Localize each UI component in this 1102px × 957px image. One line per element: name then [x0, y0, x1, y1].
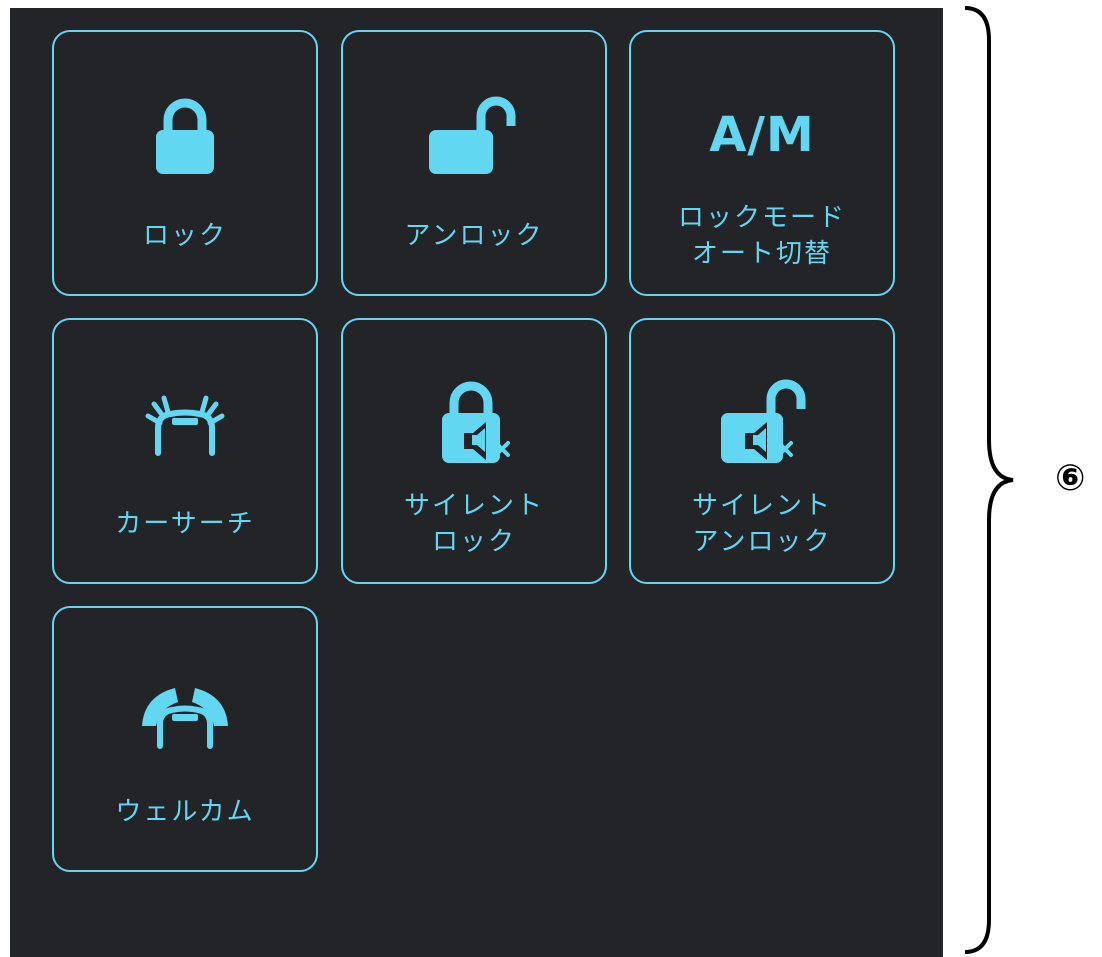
silent-unlock-label-line2: アンロック — [692, 527, 832, 557]
silent-lock-icon — [343, 378, 605, 468]
car-search-button[interactable]: カーサーチ — [52, 318, 318, 584]
welcome-icon — [54, 666, 316, 756]
unlock-button[interactable]: アンロック — [341, 30, 607, 296]
lock-icon — [54, 90, 316, 180]
unlock-icon — [343, 90, 605, 180]
annotation-marker: ⑥ — [1055, 458, 1086, 499]
lock-button[interactable]: ロック — [52, 30, 318, 296]
silent-lock-button[interactable]: サイレント ロック — [341, 318, 607, 584]
welcome-button[interactable]: ウェルカム — [52, 606, 318, 872]
auto-mode-label-line2: オート切替 — [691, 239, 832, 269]
silent-unlock-icon — [631, 378, 893, 468]
am-icon-text: A/M — [709, 107, 815, 163]
silent-unlock-label-line1: サイレント — [691, 491, 832, 521]
car-search-icon — [54, 378, 316, 468]
car-search-label: カーサーチ — [115, 509, 255, 539]
am-icon: A/M — [631, 90, 893, 180]
lock-label: ロック — [142, 221, 227, 251]
remote-control-panel: ロック アンロック A/M ロックモード オート切替 カーサーチ サイレント ロ… — [10, 8, 943, 957]
unlock-label: アンロック — [404, 221, 544, 251]
silent-lock-label-line1: サイレント — [403, 491, 544, 521]
silent-lock-label-line2: ロック — [431, 527, 516, 557]
welcome-label: ウェルカム — [115, 797, 255, 827]
curly-bracket — [964, 6, 1014, 954]
silent-unlock-button[interactable]: サイレント アンロック — [629, 318, 895, 584]
auto-mode-button[interactable]: A/M ロックモード オート切替 — [629, 30, 895, 296]
auto-mode-label-line1: ロックモード — [677, 203, 846, 233]
